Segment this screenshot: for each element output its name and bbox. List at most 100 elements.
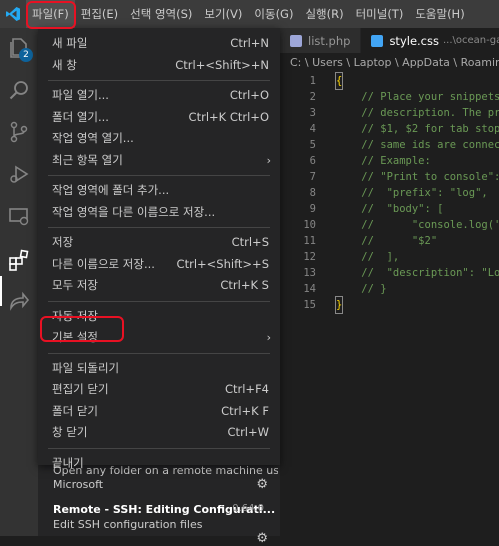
tab-label: list.php [308,33,351,48]
menu-item-2[interactable]: 선택 영역(S) [124,0,198,28]
editor-tabs: list.php style.css ...\ocean-ga [280,28,499,53]
menu-item-label: 새 창 [52,57,77,72]
menu-separator [48,300,270,302]
code-line: 9 // "body": [ [280,201,499,217]
menu-item-label: 폴더 열기... [52,109,109,124]
menu-separator [48,227,270,228]
file-menu-dropdown: 새 파일 Ctrl+N 새 창 Ctrl+<Shift>+N 파일 열기... Ctrl+… [38,28,280,470]
menu-item-label: 최근 항목 열기 [52,152,123,167]
file-menu-item[interactable]: 폴더 열기... Ctrl+K Ctrl+O [38,107,280,128]
remote-explorer-icon[interactable] [7,204,31,228]
menu-item-0[interactable]: 파일(F) [26,0,75,28]
chevron-right-icon: › [266,153,271,167]
menu-item-shortcut: Ctrl+<Shift>+N [175,57,269,72]
menu-item-shortcut: Ctrl+K Ctrl+O [188,109,269,124]
file-menu-item[interactable]: 폴더 닫기 Ctrl+K F [38,401,280,422]
code-text: // "$2" [336,235,438,247]
extensions-icon[interactable] [7,248,31,272]
menu-item-label: 파일 열기... [52,88,109,102]
live-share-icon[interactable] [7,290,31,314]
file-menu-item[interactable]: 새 창 Ctrl+<Shift>+N [38,55,280,76]
line-number: 4 [309,123,316,135]
code-text: // same ids are connec [336,139,499,151]
line-number: 5 [309,139,316,151]
line-number: 3 [309,107,316,119]
tab-list-php[interactable]: list.php [280,28,362,53]
menu-item-shortcut: Ctrl+K S [220,278,269,292]
line-number: 2 [309,91,316,103]
file-menu-item[interactable]: 파일 되돌리기 [38,358,280,379]
gear-icon[interactable]: ⚙ [256,531,268,546]
source-control-icon[interactable] [7,120,31,144]
code-text: // Example: [336,155,431,167]
menu-item-4[interactable]: 이동(G) [248,0,299,28]
tab-label: style.css [389,33,439,48]
explorer-icon[interactable]: 2 [7,36,33,62]
file-menu-item[interactable]: 저장 Ctrl+S [38,232,280,253]
menu-item-shortcut: Ctrl+<Shift>+S [176,256,269,271]
code-line: 14 // } [280,281,499,297]
code-editor[interactable]: 1{2 // Place your snippets 3 // descripti… [280,72,499,536]
file-menu-item[interactable]: 창 닫기 Ctrl+W [38,422,280,443]
code-line: 2 // Place your snippets [280,89,499,105]
code-line: 5 // same ids are connec [280,137,499,153]
search-icon[interactable] [7,78,31,102]
file-menu-item[interactable]: 기본 설정 › [38,327,280,348]
line-number: 13 [303,267,316,279]
menu-item-label: 모두 저장 [52,278,98,292]
line-number: 8 [309,187,316,199]
code-text: // "description": "Lo [336,267,499,279]
extension-version: 0.64.0 [232,503,264,514]
css-file-icon [371,34,384,47]
notification-badge: 2 [19,48,33,62]
menu-item-label: 저장 [52,235,74,249]
line-number: 9 [309,203,316,215]
menu-item-label: 작업 영역을 다른 이름으로 저장... [52,204,216,219]
menu-separator [48,175,270,176]
code-text: // "console.log(' [336,219,499,231]
menu-item-shortcut: Ctrl+F4 [224,382,269,396]
code-line: 6 // Example: [280,153,499,169]
extension-item[interactable]: Remote - SSH: Editing Configurati... 0.6… [53,502,278,546]
file-menu-item[interactable]: 모두 저장 Ctrl+K S [38,275,280,296]
menu-item-label: 기본 설정 [52,330,98,344]
menu-item-7[interactable]: 도움말(H) [409,0,470,28]
line-number: 11 [303,235,316,247]
menu-item-5[interactable]: 실행(R) [299,0,349,28]
line-number: 14 [303,283,316,295]
vscode-logo-icon [0,0,26,28]
file-menu-item[interactable]: 새 파일 Ctrl+N [38,33,280,54]
code-text: // } [336,283,387,295]
file-menu-item[interactable]: 작업 영역을 다른 이름으로 저장... [38,202,280,223]
code-line: 3 // description. The pr [280,105,499,121]
menu-item-3[interactable]: 보기(V) [198,0,248,28]
gear-icon[interactable]: ⚙ [256,477,268,492]
menu-separator [48,80,270,81]
extension-description: Edit SSH configuration files [53,518,203,531]
file-menu-item[interactable]: 끝내기 [38,453,280,474]
menu-separator [48,352,270,354]
php-file-icon [290,34,302,47]
menu-item-label: 끝내기 [52,455,84,470]
file-menu-item[interactable]: 작업 영역 열기... [38,128,280,149]
code-text: // "prefix": "log", [336,187,488,199]
tab-style-css[interactable]: style.css ...\ocean-ga [361,28,499,53]
menu-separator [48,447,270,449]
file-menu-item[interactable]: 파일 열기... Ctrl+O [38,85,280,106]
file-menu-item[interactable]: 최근 항목 열기 › [38,150,280,171]
menu-item-label: 파일 되돌리기 [52,360,120,375]
menu-item-label: 창 닫기 [52,425,88,439]
file-menu-item[interactable]: 다른 이름으로 저장... Ctrl+<Shift>+S [38,254,280,275]
code-line: 8 // "prefix": "log", [280,185,499,201]
run-debug-icon[interactable] [7,162,31,186]
file-menu-item[interactable]: 작업 영역에 폴더 추가... [38,180,280,201]
menu-item-1[interactable]: 편집(E) [75,0,124,28]
breadcrumb[interactable]: C: \ Users \ Laptop \ AppData \ Roaming [280,53,499,73]
code-line: 1{ [280,72,499,90]
file-menu-item[interactable]: 자동 저장 [38,306,280,327]
code-text: // Place your snippets [336,91,499,103]
menu-item-label: 자동 저장 [52,308,98,323]
menu-item-6[interactable]: 터미널(T) [350,0,410,28]
extension-publisher: Microsoft [53,478,104,491]
file-menu-item[interactable]: 편집기 닫기 Ctrl+F4 [38,379,280,400]
